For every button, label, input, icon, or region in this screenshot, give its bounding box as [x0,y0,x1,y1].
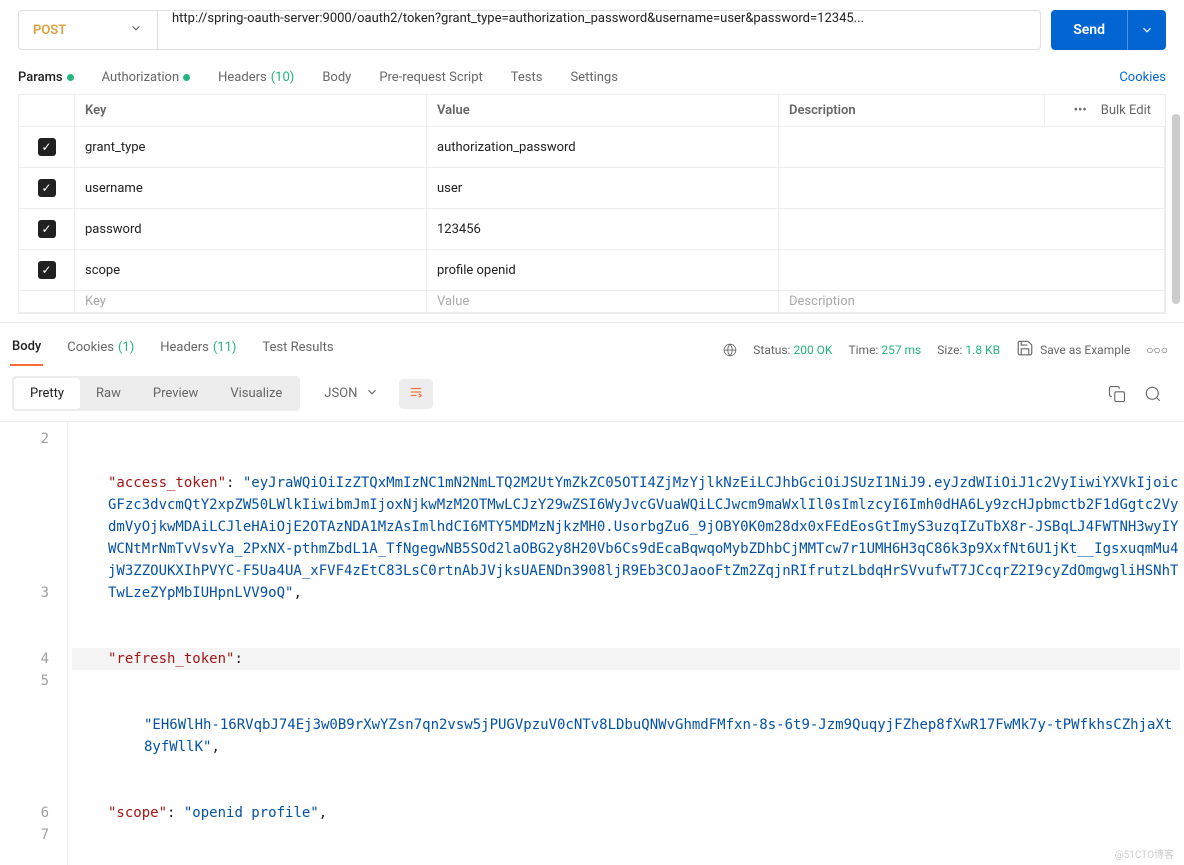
param-key[interactable]: username [75,168,427,208]
response-body-code: 2 3 4 5 6 7 "access_token": "eyJraWQiOiI… [0,421,1184,865]
bulk-edit-link[interactable]: Bulk Edit [1101,103,1151,118]
tab-params[interactable]: Params [18,62,74,93]
more-icon[interactable]: ••• [1074,103,1087,118]
request-bar: POST http://spring-oauth-server:9000/oau… [0,0,1184,62]
resp-tab-headers[interactable]: Headers (11) [158,334,238,365]
resp-tab-cookies[interactable]: Cookies (1) [65,334,136,365]
save-icon [1016,339,1034,360]
param-desc[interactable] [779,209,1165,249]
cookies-link[interactable]: Cookies [1119,70,1166,85]
tab-pre-request[interactable]: Pre-request Script [379,62,482,93]
tab-settings[interactable]: Settings [570,62,617,93]
table-row[interactable]: ✓ grant_type authorization_password [19,127,1165,168]
response-status: Status: 200 OK Time: 257 ms Size: 1.8 KB… [723,339,1168,360]
tab-authorization[interactable]: Authorization [102,62,191,93]
param-value[interactable]: authorization_password [427,127,779,167]
dot-icon [67,74,74,81]
wrap-lines-button[interactable] [399,379,433,409]
request-tabs: Params Authorization Headers (10) Body P… [0,62,1184,94]
param-value[interactable]: profile openid [427,250,779,290]
method-select[interactable]: POST [18,10,158,50]
method-label: POST [33,23,66,38]
tab-body[interactable]: Body [322,62,351,93]
format-select[interactable]: JSON [310,377,393,411]
code-body[interactable]: "access_token": "eyJraWQiOiIzZTQxMmIzNC1… [68,422,1184,865]
table-row[interactable]: ✓ username user [19,168,1165,209]
col-key: Key [75,95,427,126]
param-value[interactable]: user [427,168,779,208]
tab-headers[interactable]: Headers (10) [218,62,294,93]
col-description: Description [779,95,1045,126]
table-row-placeholder[interactable]: Key Value Description [19,291,1165,313]
param-key[interactable]: scope [75,250,427,290]
col-value: Value [427,95,779,126]
table-row[interactable]: ✓ scope profile openid [19,250,1165,291]
send-dropdown[interactable] [1127,10,1166,50]
view-mode-segment: Pretty Raw Preview Visualize [12,376,300,411]
line-gutter: 2 3 4 5 6 7 [0,422,68,865]
raw-button[interactable]: Raw [80,378,137,409]
globe-icon[interactable] [723,343,737,357]
params-table: Key Value Description ••• Bulk Edit ✓ gr… [18,94,1166,314]
save-as-example[interactable]: Save as Example [1016,339,1130,360]
param-value[interactable]: 123456 [427,209,779,249]
response-tabs: Body Cookies (1) Headers (11) Test Resul… [0,322,1184,366]
pretty-button[interactable]: Pretty [14,378,80,409]
body-toolbar: Pretty Raw Preview Visualize JSON [0,366,1184,421]
param-key[interactable]: password [75,209,427,249]
url-input[interactable]: http://spring-oauth-server:9000/oauth2/t… [158,10,1041,50]
param-desc[interactable] [779,127,1165,167]
param-key[interactable]: grant_type [75,127,427,167]
table-row[interactable]: ✓ password 123456 [19,209,1165,250]
preview-button[interactable]: Preview [137,378,214,409]
search-icon[interactable] [1144,385,1162,403]
chevron-down-icon [365,385,379,403]
resp-tab-body[interactable]: Body [10,333,43,366]
checkbox-checked-icon[interactable]: ✓ [38,138,56,156]
visualize-button[interactable]: Visualize [214,378,298,409]
param-desc[interactable] [779,168,1165,208]
tab-tests[interactable]: Tests [511,62,543,93]
more-icon[interactable]: ○○○ [1146,343,1168,357]
checkbox-checked-icon[interactable]: ✓ [38,261,56,279]
table-header: Key Value Description ••• Bulk Edit [19,95,1165,127]
checkbox-checked-icon[interactable]: ✓ [38,220,56,238]
send-label: Send [1051,22,1127,38]
dot-icon [183,74,190,81]
chevron-down-icon [129,21,143,39]
copy-icon[interactable] [1108,385,1126,403]
resp-tab-test-results[interactable]: Test Results [260,334,335,365]
scrollbar-thumb[interactable] [1172,114,1180,304]
checkbox-checked-icon[interactable]: ✓ [38,179,56,197]
param-desc[interactable] [779,250,1165,290]
send-button[interactable]: Send [1051,10,1166,50]
watermark: @51CTO博客 [1115,846,1174,861]
